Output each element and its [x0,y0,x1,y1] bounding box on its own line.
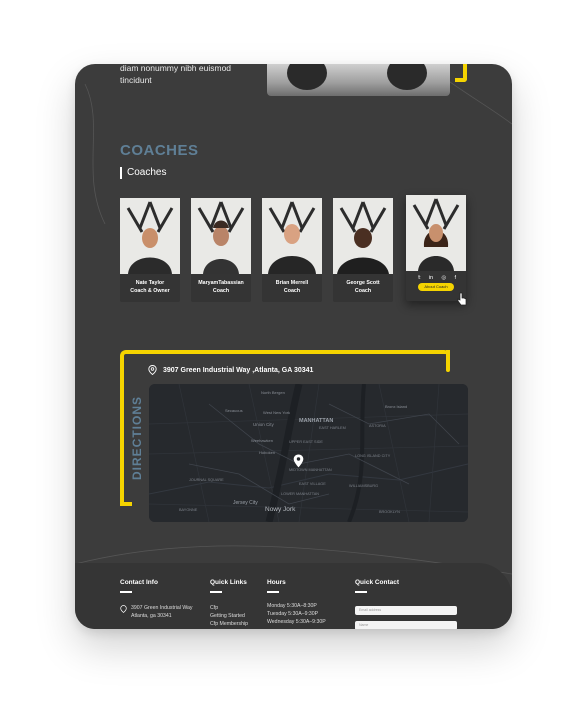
quick-link[interactable]: Getting Started [210,612,248,620]
coach-role: Coach & Owner [130,288,170,294]
quick-link[interactable]: Cfp [210,604,248,612]
map-label-manhattan: MANHATTAN [299,418,334,424]
directions-address: 3907 Green Industrial Way ,Atlanta, GA 3… [148,365,313,375]
map-label-brooklyn: BROOKLYN [379,510,400,514]
map-label-upper-east-side: UPPER EAST SIDE [289,440,323,444]
map-label-bronx: Bronx Island [385,404,408,409]
coach-card-hovered[interactable]: 𝕥 in ◎ f About Coach [406,195,466,301]
map-label-north-bergen: North Bergen [261,390,285,395]
coach-photo [406,195,466,271]
hero-text-line: diam nonummy nibh euismod [120,64,232,73]
map-label-astoria: ASTORIA [369,424,386,428]
map-label-journal-square: JOURNAL SQUARE [189,478,224,482]
map-label-midtown: MIDTOWN MANHATTAN [289,468,332,472]
hero-text-line: tincidunt [120,75,152,85]
coach-role: Coach [283,288,301,294]
map-label-long-island-city: LONG ISLAND CITY [355,454,391,458]
map-label-williamsburg: WILLIAMSBURG [349,484,379,488]
hours-heading: Hours [267,579,286,586]
location-pin-icon [148,365,157,375]
heading-underline [267,591,279,593]
coach-role: Coach [212,288,230,294]
coaches-subheading: Coaches [120,167,166,179]
directions-label-wrap: DIRECTIONS [130,396,144,550]
map-label-hoboken: Hoboken [259,450,276,455]
hero-accent-bracket [455,64,467,82]
coach-photo [120,198,180,274]
page-viewport: diam nonummy nibh euismod tincidunt COAC… [75,64,512,629]
footer-address-line: Atlanta, ga 30341 [131,613,172,619]
address-text: 3907 Green Industrial Way ,Atlanta, GA 3… [163,366,314,374]
name-field[interactable]: Name [355,621,457,629]
instagram-icon[interactable]: ◎ [441,275,446,281]
directions-accent-tab [446,350,450,372]
coach-photo [191,198,251,274]
coach-photo [262,198,322,274]
coaches-heading: COACHES [120,142,199,159]
directions-map[interactable]: MANHATTAN Jersey City Nowy Jork Union Ci… [149,384,468,522]
email-field[interactable]: Email address [355,606,457,615]
twitter-icon[interactable]: 𝕥 [418,275,421,281]
coach-card[interactable]: Brian Merrell Coach [262,198,322,302]
linkedin-icon[interactable]: in [429,275,433,281]
map-label-jersey-city: Jersey City [233,500,258,506]
map-label-bayonne: BAYONNE [179,508,198,512]
footer-address-line: 3907 Green Industrial Way [131,605,193,611]
map-marker-icon[interactable] [293,454,304,468]
map-label-weehawken: Weehawken [251,438,273,443]
map-label-east-harlem: EAST HARLEM [319,426,346,430]
hand-cursor-icon [457,292,467,306]
quick-contact-heading: Quick Contact [355,579,400,586]
heading-underline [120,591,132,593]
coach-card[interactable]: Nate Taylor Coach & Owner [120,198,180,302]
coach-social-links: 𝕥 in ◎ f [418,275,456,281]
coach-photo [333,198,393,274]
map-label-lower-manhattan: LOWER MANHATTAN [281,492,320,496]
hours-list: Monday 5:30A–8:30P Tuesday 5:30A–9:30P W… [267,602,326,626]
map-label-east-village: EAST VILLAGE [299,482,326,486]
coach-name: MaryamTabassian [198,280,244,286]
map-label-new-york: Nowy Jork [265,506,296,513]
location-pin-icon [120,605,127,613]
footer-address: 3907 Green Industrial Way Atlanta, ga 30… [131,604,193,620]
coach-role: Coach [354,288,372,294]
map-label-secaucus: Secaucus [225,408,243,413]
quick-link[interactable]: Cfp Membership [210,620,248,628]
coach-card[interactable]: MaryamTabassian Coach [191,198,251,302]
contact-info-heading: Contact Info [120,579,158,586]
hero-image [267,64,450,96]
coach-name: Nate Taylor [135,280,165,286]
coach-card[interactable]: George Scott Coach [333,198,393,302]
coach-name: Brian Merrell [275,280,309,286]
directions-label: DIRECTIONS [130,395,144,480]
heading-underline [355,591,367,593]
hero-description: diam nonummy nibh euismod tincidunt [120,64,250,86]
heading-underline [210,591,222,593]
map-label-west-new-york: West New York [263,410,291,415]
hours-row: Monday 5:30A–8:30P [267,603,317,609]
about-coach-button[interactable]: About Coach [418,283,454,291]
quick-links-list: Cfp Getting Started Cfp Membership [210,604,248,628]
coach-name: George Scott [346,280,380,286]
map-label-union-city: Union City [253,422,274,427]
map-canvas[interactable] [149,384,468,522]
quick-links-heading: Quick Links [210,579,247,586]
hours-row: Tuesday 5:30A–9:30P [267,611,319,617]
site-footer: Contact Info 3907 Green Industrial Way A… [75,563,512,629]
hours-row: Wednesday 5:30A–9:30P [267,619,326,625]
facebook-icon[interactable]: f [454,275,456,281]
